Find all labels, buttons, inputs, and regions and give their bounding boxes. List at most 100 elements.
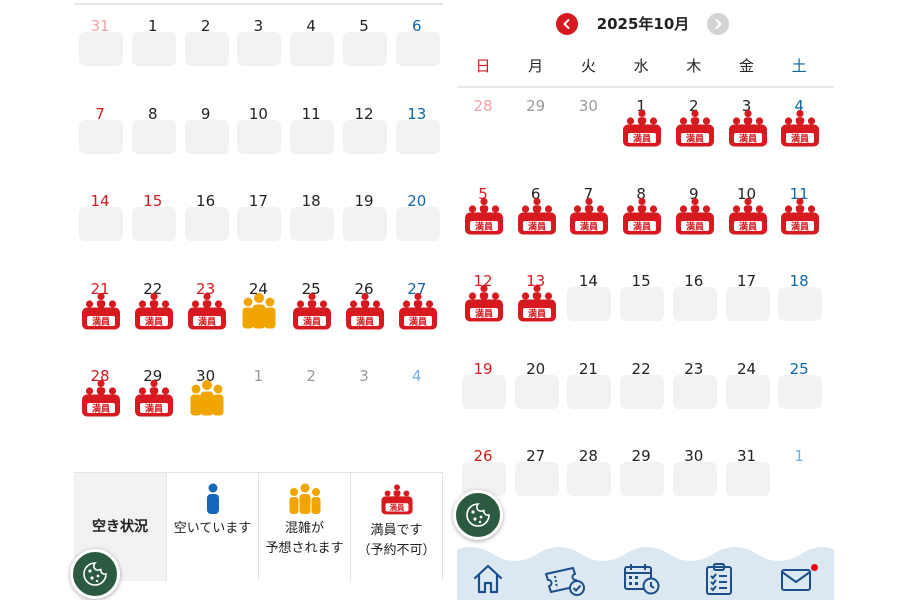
- day-slot[interactable]: [237, 32, 282, 66]
- calendar-day-cell[interactable]: 9 満員: [668, 168, 720, 256]
- day-slot[interactable]: [778, 287, 823, 321]
- calendar-day-cell[interactable]: 5: [338, 0, 390, 88]
- day-slot[interactable]: [725, 374, 770, 409]
- day-slot[interactable]: [184, 119, 229, 154]
- calendar-day-cell[interactable]: 29 満員: [127, 350, 179, 438]
- calendar-day-cell[interactable]: 19: [457, 343, 509, 431]
- nav-mail[interactable]: [779, 562, 813, 596]
- nav-checklist[interactable]: [704, 562, 738, 596]
- day-slot[interactable]: [131, 32, 176, 66]
- calendar-day-cell[interactable]: 20: [391, 175, 443, 263]
- day-slot[interactable]: [725, 462, 770, 496]
- day-slot[interactable]: [395, 119, 440, 154]
- next-month-button[interactable]: [707, 13, 729, 35]
- day-slot[interactable]: [514, 374, 559, 409]
- day-slot[interactable]: [79, 207, 123, 241]
- day-slot[interactable]: [672, 287, 717, 321]
- calendar-day-cell[interactable]: 22: [615, 343, 667, 431]
- day-slot[interactable]: [131, 119, 176, 154]
- calendar-day-cell[interactable]: 10: [232, 88, 284, 176]
- calendar-day-cell[interactable]: 17: [721, 255, 773, 343]
- calendar-day-cell[interactable]: 1 満員: [615, 80, 667, 168]
- calendar-day-cell[interactable]: 25: [773, 343, 825, 431]
- calendar-day-cell[interactable]: 9: [180, 88, 232, 176]
- calendar-day-cell[interactable]: 6: [391, 0, 443, 88]
- day-slot[interactable]: [672, 374, 717, 409]
- calendar-day-cell[interactable]: 7: [74, 88, 126, 176]
- day-slot[interactable]: [290, 32, 335, 66]
- calendar-day-cell[interactable]: 27: [510, 430, 562, 518]
- calendar-day-cell[interactable]: 18: [285, 175, 337, 263]
- calendar-day-cell[interactable]: 31: [721, 430, 773, 518]
- calendar-day-cell[interactable]: 7 満員: [562, 168, 614, 256]
- calendar-day-cell[interactable]: 28 満員: [74, 350, 126, 438]
- nav-calendar[interactable]: [623, 562, 660, 596]
- cookie-settings-button[interactable]: [70, 549, 120, 599]
- calendar-day-cell[interactable]: 20: [510, 343, 562, 431]
- calendar-day-cell[interactable]: 8 満員: [615, 168, 667, 256]
- day-slot[interactable]: [237, 119, 282, 154]
- day-slot[interactable]: [290, 119, 335, 154]
- cookie-settings-button[interactable]: [453, 490, 503, 540]
- calendar-day-cell[interactable]: 15: [615, 255, 667, 343]
- calendar-day-cell[interactable]: 22 満員: [127, 263, 179, 351]
- calendar-day-cell[interactable]: 29: [615, 430, 667, 518]
- day-slot[interactable]: [778, 374, 823, 409]
- day-slot[interactable]: [725, 287, 770, 321]
- calendar-day-cell[interactable]: 30: [668, 430, 720, 518]
- calendar-day-cell[interactable]: 31: [74, 0, 126, 88]
- nav-home[interactable]: [471, 562, 505, 596]
- day-slot[interactable]: [672, 462, 717, 496]
- calendar-day-cell[interactable]: 12 満員: [457, 255, 509, 343]
- calendar-day-cell[interactable]: 3: [232, 0, 284, 88]
- day-slot[interactable]: [395, 207, 440, 241]
- calendar-day-cell[interactable]: 16: [180, 175, 232, 263]
- calendar-day-cell[interactable]: 11: [285, 88, 337, 176]
- calendar-day-cell[interactable]: 24: [721, 343, 773, 431]
- calendar-day-cell[interactable]: 23: [668, 343, 720, 431]
- calendar-day-cell[interactable]: 23 満員: [180, 263, 232, 351]
- calendar-day-cell[interactable]: 13 満員: [510, 255, 562, 343]
- calendar-day-cell[interactable]: 2 満員: [668, 80, 720, 168]
- calendar-day-cell[interactable]: 18: [773, 255, 825, 343]
- day-slot[interactable]: [620, 374, 665, 409]
- day-slot[interactable]: [290, 207, 335, 241]
- day-slot[interactable]: [79, 32, 123, 66]
- day-slot[interactable]: [343, 32, 387, 66]
- calendar-day-cell[interactable]: 1: [127, 0, 179, 88]
- day-slot[interactable]: [567, 374, 612, 409]
- day-slot[interactable]: [237, 207, 282, 241]
- calendar-day-cell[interactable]: 5 満員: [457, 168, 509, 256]
- calendar-day-cell[interactable]: 15: [127, 175, 179, 263]
- calendar-day-cell[interactable]: 19: [338, 175, 390, 263]
- nav-ticket[interactable]: [543, 562, 585, 596]
- day-slot[interactable]: [462, 374, 506, 409]
- day-slot[interactable]: [567, 462, 612, 496]
- calendar-day-cell[interactable]: 21 満員: [74, 263, 126, 351]
- day-slot[interactable]: [184, 207, 229, 241]
- calendar-day-cell[interactable]: 8: [127, 88, 179, 176]
- day-slot[interactable]: [620, 287, 665, 321]
- calendar-day-cell[interactable]: 3 満員: [721, 80, 773, 168]
- calendar-day-cell[interactable]: 14: [562, 255, 614, 343]
- day-slot[interactable]: [184, 32, 229, 66]
- day-slot[interactable]: [514, 462, 559, 496]
- calendar-day-cell[interactable]: 11 満員: [773, 168, 825, 256]
- calendar-day-cell[interactable]: 24: [232, 263, 284, 351]
- day-slot[interactable]: [620, 462, 665, 496]
- calendar-day-cell[interactable]: 28: [562, 430, 614, 518]
- day-slot[interactable]: [79, 119, 123, 154]
- day-slot[interactable]: [567, 287, 612, 321]
- calendar-day-cell[interactable]: 12: [338, 88, 390, 176]
- calendar-day-cell[interactable]: 16: [668, 255, 720, 343]
- calendar-day-cell[interactable]: 2: [180, 0, 232, 88]
- calendar-day-cell[interactable]: 4: [285, 0, 337, 88]
- calendar-day-cell[interactable]: 26 満員: [338, 263, 390, 351]
- calendar-day-cell[interactable]: 4 満員: [773, 80, 825, 168]
- calendar-day-cell[interactable]: 10 満員: [721, 168, 773, 256]
- calendar-day-cell[interactable]: 27 満員: [391, 263, 443, 351]
- calendar-day-cell[interactable]: 25 満員: [285, 263, 337, 351]
- day-slot[interactable]: [131, 207, 176, 241]
- calendar-day-cell[interactable]: 14: [74, 175, 126, 263]
- day-slot[interactable]: [343, 207, 387, 241]
